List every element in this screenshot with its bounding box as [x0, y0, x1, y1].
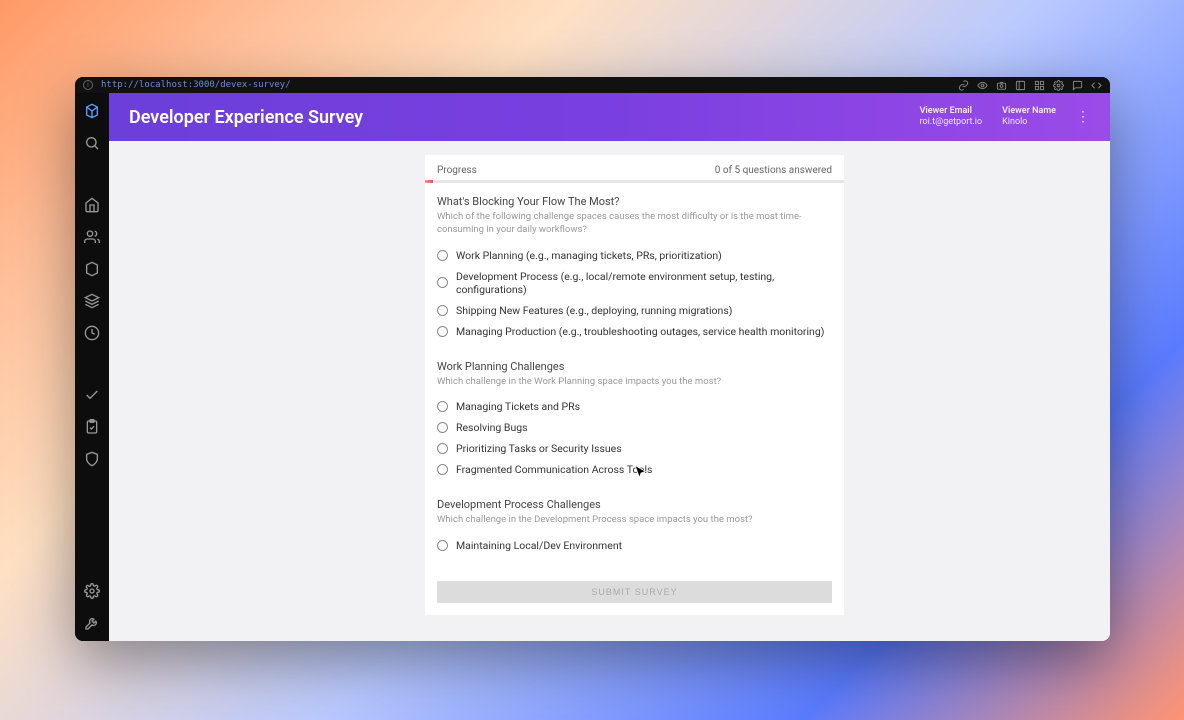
- top-bar-actions: [958, 80, 1102, 91]
- question-2-title: Work Planning Challenges: [437, 360, 832, 373]
- shield-icon[interactable]: [84, 451, 100, 467]
- progress-bar-fill: [425, 180, 433, 183]
- submit-button[interactable]: Submit Survey: [437, 581, 832, 603]
- question-2: Work Planning Challenges Which challenge…: [437, 360, 832, 481]
- q1-option-1-label: Development Process (e.g., local/remote …: [456, 270, 832, 296]
- viewer-name-value: Kinolo: [1002, 117, 1056, 128]
- app-window: i http://localhost:3000/devex-survey/: [75, 77, 1110, 641]
- question-1-desc: Which of the following challenge spaces …: [437, 211, 832, 237]
- clock-icon[interactable]: [84, 325, 100, 341]
- viewer-name-label: Viewer Name: [1002, 106, 1056, 117]
- progress-bar: [425, 180, 844, 183]
- check-icon[interactable]: [84, 387, 100, 403]
- link-icon[interactable]: [958, 80, 969, 91]
- question-1: What's Blocking Your Flow The Most? Whic…: [437, 195, 832, 342]
- q1-option-2-label: Shipping New Features (e.g., deploying, …: [456, 304, 732, 317]
- viewer-email-block: Viewer Email roi.t@getport.io: [920, 106, 983, 128]
- q2-option-0-label: Managing Tickets and PRs: [456, 400, 580, 413]
- q3-option-0[interactable]: Maintaining Local/Dev Environment: [437, 535, 832, 556]
- page-header: Developer Experience Survey Viewer Email…: [109, 93, 1110, 141]
- submit-wrap: Submit Survey: [425, 572, 844, 615]
- radio-icon: [437, 277, 448, 288]
- question-3-desc: Which challenge in the Development Proce…: [437, 514, 832, 527]
- info-icon: i: [83, 80, 93, 90]
- logo-icon[interactable]: [84, 103, 100, 119]
- viewer-email-label: Viewer Email: [920, 106, 983, 117]
- radio-icon: [437, 250, 448, 261]
- survey-card: Progress 0 of 5 questions answered What'…: [425, 155, 844, 615]
- q2-option-2[interactable]: Prioritizing Tasks or Security Issues: [437, 438, 832, 459]
- mouse-cursor-icon: [632, 464, 650, 482]
- camera-icon[interactable]: [996, 80, 1007, 91]
- settings-icon[interactable]: [84, 583, 100, 599]
- question-2-desc: Which challenge in the Work Planning spa…: [437, 376, 832, 389]
- q1-option-0[interactable]: Work Planning (e.g., managing tickets, P…: [437, 245, 832, 266]
- search-icon[interactable]: [84, 135, 100, 151]
- q2-option-1[interactable]: Resolving Bugs: [437, 417, 832, 438]
- grid-icon[interactable]: [1034, 80, 1045, 91]
- clipboard-icon[interactable]: [84, 419, 100, 435]
- radio-icon: [437, 326, 448, 337]
- q1-option-1[interactable]: Development Process (e.g., local/remote …: [437, 266, 832, 300]
- viewer-name-block: Viewer Name Kinolo: [1002, 106, 1056, 128]
- radio-icon: [437, 401, 448, 412]
- q2-option-1-label: Resolving Bugs: [456, 421, 528, 434]
- more-menu-icon[interactable]: ⋮: [1076, 109, 1090, 125]
- code-icon[interactable]: [1091, 80, 1102, 91]
- progress-row: Progress 0 of 5 questions answered: [425, 155, 844, 180]
- eye-icon[interactable]: [977, 80, 988, 91]
- chat-icon[interactable]: [1072, 80, 1083, 91]
- url-bar[interactable]: http://localhost:3000/devex-survey/: [101, 80, 950, 90]
- wrench-icon[interactable]: [84, 615, 100, 631]
- main-area: Developer Experience Survey Viewer Email…: [109, 93, 1110, 641]
- q3-option-0-label: Maintaining Local/Dev Environment: [456, 539, 622, 552]
- question-3-title: Development Process Challenges: [437, 498, 832, 511]
- radio-icon: [437, 305, 448, 316]
- questions-area: What's Blocking Your Flow The Most? Whic…: [425, 187, 844, 572]
- radio-icon: [437, 464, 448, 475]
- question-3: Development Process Challenges Which cha…: [437, 498, 832, 556]
- q1-option-0-label: Work Planning (e.g., managing tickets, P…: [456, 249, 722, 262]
- viewer-email-value: roi.t@getport.io: [920, 117, 983, 128]
- q1-option-2[interactable]: Shipping New Features (e.g., deploying, …: [437, 300, 832, 321]
- page-title: Developer Experience Survey: [129, 107, 363, 128]
- q1-option-3[interactable]: Managing Production (e.g., troubleshooti…: [437, 321, 832, 342]
- radio-icon: [437, 443, 448, 454]
- radio-icon: [437, 540, 448, 551]
- users-icon[interactable]: [84, 229, 100, 245]
- sidebar: [75, 93, 109, 641]
- progress-status: 0 of 5 questions answered: [715, 165, 832, 176]
- gear-icon[interactable]: [1053, 80, 1064, 91]
- q2-option-0[interactable]: Managing Tickets and PRs: [437, 396, 832, 417]
- question-1-title: What's Blocking Your Flow The Most?: [437, 195, 832, 208]
- layers-icon[interactable]: [84, 293, 100, 309]
- content-wrap: Progress 0 of 5 questions answered What'…: [109, 141, 1110, 641]
- package-icon[interactable]: [84, 261, 100, 277]
- browser-top-bar: i http://localhost:3000/devex-survey/: [75, 77, 1110, 93]
- panel-icon[interactable]: [1015, 80, 1026, 91]
- header-right: Viewer Email roi.t@getport.io Viewer Nam…: [920, 106, 1090, 128]
- progress-label: Progress: [437, 165, 477, 176]
- app-body: Developer Experience Survey Viewer Email…: [75, 93, 1110, 641]
- q1-option-3-label: Managing Production (e.g., troubleshooti…: [456, 325, 824, 338]
- radio-icon: [437, 422, 448, 433]
- q2-option-2-label: Prioritizing Tasks or Security Issues: [456, 442, 622, 455]
- q2-option-3-label: Fragmented Communication Across Tools: [456, 463, 652, 476]
- home-icon[interactable]: [84, 197, 100, 213]
